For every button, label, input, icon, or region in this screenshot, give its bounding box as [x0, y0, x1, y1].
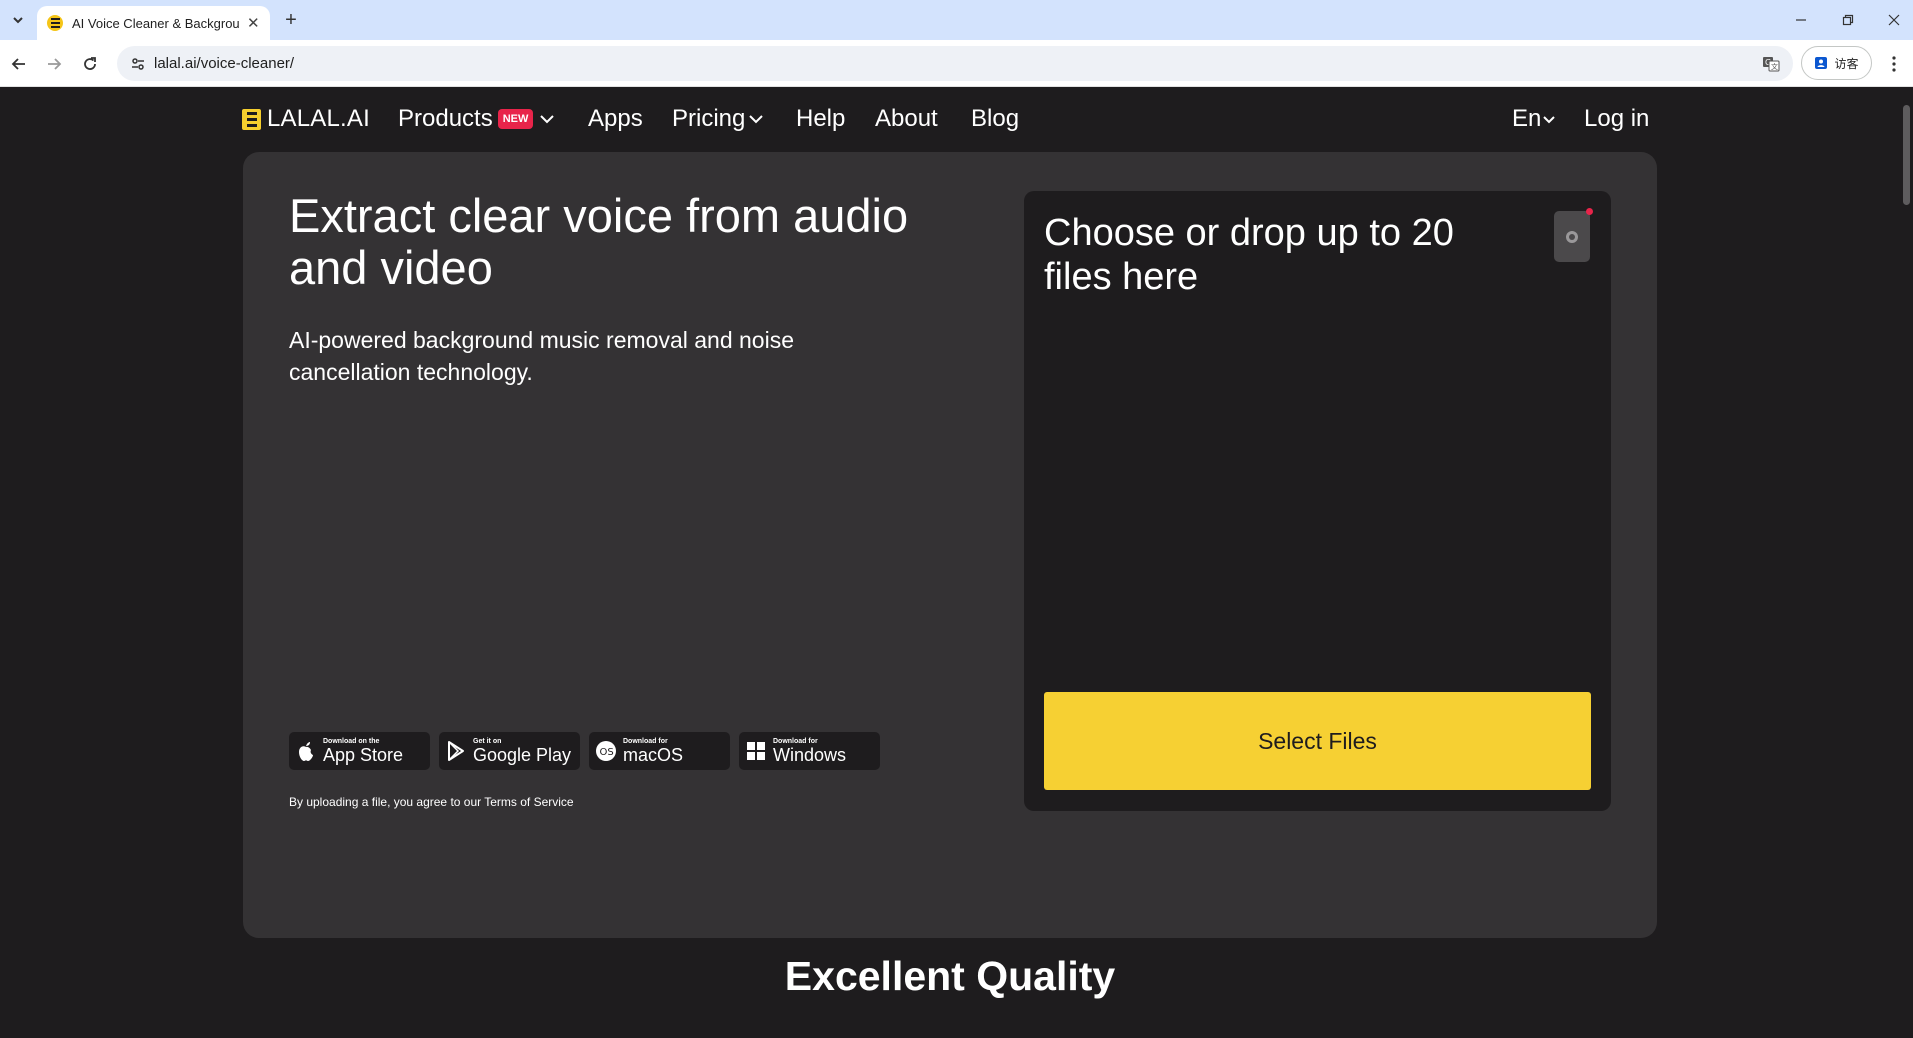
hero-title: Extract clear voice from audio and video — [289, 189, 909, 294]
url-text[interactable]: lalal.ai/voice-cleaner/ — [154, 55, 294, 72]
forward-button[interactable] — [41, 51, 67, 77]
terms-notice[interactable]: By uploading a file, you agree to our Te… — [289, 795, 574, 809]
translate-button[interactable]: G文 — [1759, 52, 1783, 76]
google-play-button[interactable]: Get it on Google Play — [439, 732, 580, 770]
reload-button[interactable] — [77, 51, 103, 77]
nav-about[interactable]: About — [875, 103, 938, 135]
store-small-text: Get it on — [473, 738, 502, 745]
chevron-down-icon — [13, 17, 23, 24]
store-big-text: Google Play — [473, 745, 572, 765]
nav-help-label: Help — [796, 105, 846, 132]
nav-products-label: Products — [398, 105, 493, 132]
language-selector[interactable]: En — [1512, 103, 1556, 135]
store-big-text: macOS — [623, 745, 684, 765]
reload-icon — [84, 57, 96, 70]
browser-tab-bar: AI Voice Cleaner & Background ✕ + — [0, 0, 1913, 40]
nav-products[interactable]: Products NEW — [398, 103, 555, 135]
language-label: En — [1512, 105, 1542, 132]
settings-button[interactable] — [1554, 208, 1593, 262]
restore-icon — [1842, 14, 1854, 26]
svg-text:OS: OS — [600, 747, 614, 758]
browser-toolbar: lalal.ai/voice-cleaner/ G文 访客 — [0, 40, 1913, 87]
dropzone-title: Choose or drop up to 20 files here — [1044, 212, 1454, 298]
nav-blog-label: Blog — [971, 105, 1020, 132]
store-small-text: Download on the — [323, 738, 380, 745]
svg-text:文: 文 — [1771, 62, 1778, 71]
new-badge: NEW — [497, 109, 534, 129]
nav-blog[interactable]: Blog — [971, 103, 1019, 135]
windows-download-button[interactable]: Download for Windows — [739, 732, 880, 770]
close-window-button[interactable] — [1882, 8, 1906, 32]
app-store-links: Download on the App Store Get it on Goog… — [289, 732, 880, 770]
windows-icon — [745, 739, 767, 763]
apple-icon — [295, 739, 317, 763]
browser-menu-button[interactable] — [1882, 51, 1906, 77]
nav-apps[interactable]: Apps — [588, 103, 643, 135]
new-tab-button[interactable]: + — [279, 8, 303, 32]
close-tab-icon[interactable]: ✕ — [247, 16, 260, 31]
site-header: LALAL.AI Products NEW Apps Pricing Help … — [0, 87, 1900, 151]
site-info-button[interactable] — [126, 52, 150, 76]
store-small-text: Download for — [773, 738, 818, 745]
close-icon — [1888, 14, 1900, 26]
minimize-icon — [1796, 19, 1806, 21]
more-vert-icon — [1892, 56, 1896, 72]
chevron-down-icon — [540, 115, 555, 124]
chevron-down-icon — [749, 115, 764, 124]
notification-dot — [1586, 208, 1593, 215]
scrollbar-thumb[interactable] — [1903, 105, 1910, 205]
browser-tab-active[interactable]: AI Voice Cleaner & Background ✕ — [37, 6, 270, 40]
select-files-button[interactable]: Select Files — [1044, 692, 1591, 790]
google-play-icon — [445, 739, 467, 763]
gear-icon — [1566, 230, 1578, 243]
store-big-text: Windows — [773, 745, 847, 765]
nav-pricing-label: Pricing — [672, 105, 746, 132]
site-logo[interactable]: LALAL.AI — [242, 104, 370, 134]
logo-mark-icon — [242, 108, 261, 130]
page-scrollbar[interactable] — [1900, 87, 1913, 1038]
nav-pricing[interactable]: Pricing — [672, 103, 764, 135]
macos-icon: OS — [595, 739, 617, 763]
arrow-right-icon — [48, 58, 62, 70]
section-title-excellent-quality: Excellent Quality — [784, 953, 1116, 999]
login-label: Log in — [1584, 105, 1650, 132]
address-bar[interactable]: lalal.ai/voice-cleaner/ G文 — [117, 46, 1793, 81]
macos-download-button[interactable]: OS Download for macOS — [589, 732, 730, 770]
nav-about-label: About — [875, 105, 938, 132]
tune-icon — [132, 58, 144, 70]
hero-panel: Extract clear voice from audio and video… — [243, 152, 1657, 938]
profile-label: 访客 — [1834, 56, 1859, 71]
restore-button[interactable] — [1836, 8, 1860, 32]
arrow-left-icon — [11, 58, 25, 70]
tab-title: AI Voice Cleaner & Background — [72, 15, 239, 31]
chevron-down-icon — [1543, 116, 1556, 124]
login-link[interactable]: Log in — [1584, 103, 1649, 135]
minimize-button[interactable] — [1789, 8, 1813, 32]
guest-profile-button[interactable]: 访客 — [1801, 46, 1872, 80]
nav-help[interactable]: Help — [796, 103, 845, 135]
logo-text: LALAL.AI — [267, 105, 371, 132]
back-button[interactable] — [6, 51, 32, 77]
lalal-favicon-icon — [47, 15, 63, 31]
translate-icon: G文 — [1763, 57, 1780, 72]
app-store-button[interactable]: Download on the App Store — [289, 732, 430, 770]
store-big-text: App Store — [323, 745, 404, 765]
store-small-text: Download for — [623, 738, 668, 745]
tab-search-button[interactable] — [6, 8, 30, 32]
page-content: LALAL.AI Products NEW Apps Pricing Help … — [0, 87, 1913, 1038]
profile-icon — [1815, 57, 1828, 69]
nav-apps-label: Apps — [588, 105, 643, 132]
hero-subtitle: AI-powered background music removal and … — [289, 327, 794, 385]
file-dropzone[interactable]: Choose or drop up to 20 files here Selec… — [1024, 191, 1611, 811]
